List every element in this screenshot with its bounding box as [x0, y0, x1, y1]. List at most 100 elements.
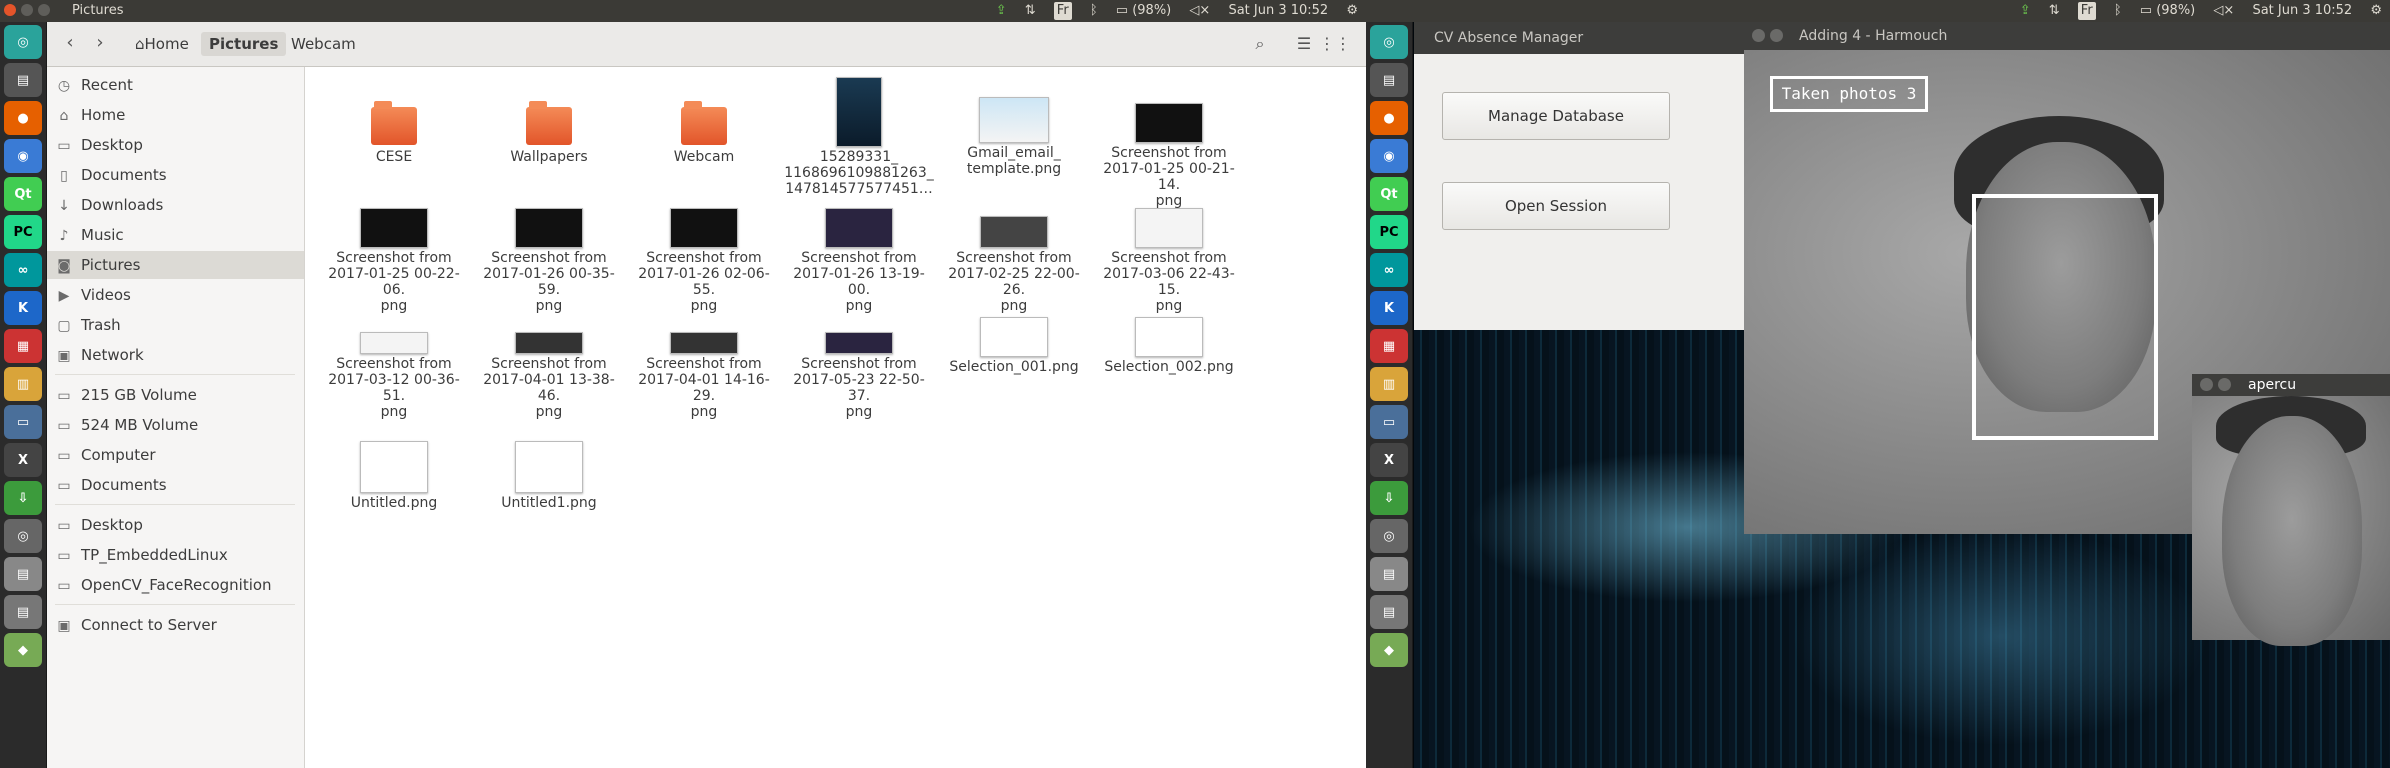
arduino-icon[interactable]: ∞: [4, 253, 42, 287]
file-item[interactable]: Gmail_email_ template.png: [939, 97, 1089, 177]
chromium-icon[interactable]: ◉: [4, 139, 42, 173]
sidebar-item-music[interactable]: ♪ Music: [47, 221, 304, 249]
kdevelop-icon[interactable]: K: [1370, 291, 1408, 325]
manage-database-button[interactable]: Manage Database: [1442, 92, 1670, 140]
sidebar-item-bookmark-opencv[interactable]: ▭ OpenCV_FaceRecognition: [47, 571, 304, 599]
python-icon[interactable]: ◆: [4, 633, 42, 667]
file-item[interactable]: Screenshot from 2017-05-23 22-50-37. png: [784, 332, 934, 420]
file-item[interactable]: Untitled.png: [319, 441, 469, 511]
dash-icon[interactable]: ◎: [1370, 25, 1408, 59]
clock[interactable]: Sat Jun 3 10:52: [1228, 2, 1328, 20]
workspace-icon[interactable]: ▤: [1370, 63, 1408, 97]
file-item[interactable]: Screenshot from 2017-01-26 00-35-59. png: [474, 208, 624, 314]
firefox-icon[interactable]: ●: [4, 101, 42, 135]
battery-status[interactable]: ▭ (98%): [1116, 2, 1171, 20]
minimize-icon[interactable]: [1770, 29, 1783, 42]
sidebar-item-recent[interactable]: ◷ Recent: [47, 71, 304, 99]
list-view-icon[interactable]: ☰: [1291, 32, 1317, 56]
open-session-button[interactable]: Open Session: [1442, 182, 1670, 230]
firefox-icon[interactable]: ●: [1370, 101, 1408, 135]
network-icon[interactable]: ⇅: [1025, 2, 1036, 20]
minimize-icon[interactable]: [2218, 378, 2231, 391]
file-item[interactable]: Screenshot from 2017-03-06 22-43-15. png: [1094, 208, 1244, 314]
python-icon[interactable]: ◆: [1370, 633, 1408, 667]
breadcrumb-home[interactable]: ⌂Home: [127, 32, 197, 56]
terminal-icon[interactable]: X: [4, 443, 42, 477]
file-item[interactable]: Screenshot from 2017-02-25 22-00-26. png: [939, 216, 1089, 314]
updates-icon[interactable]: ⇪: [2020, 2, 2031, 20]
file-item[interactable]: Screenshot from 2017-03-12 00-36-51. png: [319, 332, 469, 420]
gear-icon[interactable]: ⚙: [2370, 2, 2382, 20]
stack2-icon[interactable]: ▤: [4, 595, 42, 629]
breadcrumb-webcam[interactable]: Webcam: [283, 32, 364, 56]
software-center-icon[interactable]: ▦: [4, 329, 42, 363]
remote-desktop-icon[interactable]: ▭: [4, 405, 42, 439]
grid-view-icon[interactable]: ⋮⋮: [1319, 32, 1351, 56]
file-item[interactable]: Screenshot from 2017-01-26 02-06-55. png: [629, 208, 779, 314]
volume-icon[interactable]: ◁×: [1189, 2, 1210, 20]
stack2-icon[interactable]: ▤: [1370, 595, 1408, 629]
disc-icon[interactable]: ◎: [1370, 519, 1408, 553]
kdevelop-icon[interactable]: K: [4, 291, 42, 325]
file-item[interactable]: CESE: [319, 101, 469, 165]
download-icon[interactable]: ⇩: [4, 481, 42, 515]
bluetooth-icon[interactable]: ᛒ: [1090, 2, 1098, 20]
maximize-icon[interactable]: [38, 4, 50, 16]
sidebar-item-connect[interactable]: ▣ Connect to Server: [47, 611, 304, 639]
gear-icon[interactable]: ⚙: [1346, 2, 1358, 20]
keyboard-layout[interactable]: Fr: [2077, 2, 2096, 20]
back-icon[interactable]: ‹: [57, 32, 83, 56]
pycharm-icon[interactable]: PC: [4, 215, 42, 249]
archive-icon[interactable]: ▥: [1370, 367, 1408, 401]
chromium-icon[interactable]: ◉: [1370, 139, 1408, 173]
network-icon[interactable]: ⇅: [2049, 2, 2060, 20]
bluetooth-icon[interactable]: ᛒ: [2114, 2, 2122, 20]
stack-icon[interactable]: ▤: [1370, 557, 1408, 591]
software-center-icon[interactable]: ▦: [1370, 329, 1408, 363]
archive-icon[interactable]: ▥: [4, 367, 42, 401]
dash-icon[interactable]: ◎: [4, 25, 42, 59]
sidebar-item-home[interactable]: ⌂ Home: [47, 101, 304, 129]
sidebar-item-pictures[interactable]: ◙ Pictures: [47, 251, 304, 279]
minimize-icon[interactable]: [21, 4, 33, 16]
close-icon[interactable]: [4, 4, 16, 16]
file-item[interactable]: Selection_001.png: [939, 317, 1089, 375]
sidebar-item-volume-215[interactable]: ▭ 215 GB Volume: [47, 381, 304, 409]
file-item[interactable]: Screenshot from 2017-01-26 13-19-00. png: [784, 208, 934, 314]
close-icon[interactable]: [1752, 29, 1765, 42]
forward-icon[interactable]: ›: [87, 32, 113, 56]
file-item[interactable]: Webcam: [629, 101, 779, 165]
pycharm-icon[interactable]: PC: [1370, 215, 1408, 249]
sidebar-item-bookmark-desktop[interactable]: ▭ Desktop: [47, 511, 304, 539]
file-item[interactable]: Screenshot from 2017-01-25 00-21-14. png: [1094, 103, 1244, 209]
qt-creator-icon[interactable]: Qt: [4, 177, 42, 211]
sidebar-item-bookmark-tp[interactable]: ▭ TP_EmbeddedLinux: [47, 541, 304, 569]
sidebar-item-computer[interactable]: ▭ Computer: [47, 441, 304, 469]
file-item[interactable]: Screenshot from 2017-04-01 13-38-46. png: [474, 332, 624, 420]
sidebar-item-documents-drive[interactable]: ▭ Documents: [47, 471, 304, 499]
search-icon[interactable]: ⌕: [1247, 32, 1273, 56]
file-item[interactable]: Untitled1.png: [474, 441, 624, 511]
file-item[interactable]: 15289331_ 1168696109881263_ 147814577577…: [784, 77, 934, 197]
battery-status[interactable]: ▭ (98%): [2140, 2, 2195, 20]
file-item[interactable]: Wallpapers: [474, 101, 624, 165]
qt-creator-icon[interactable]: Qt: [1370, 177, 1408, 211]
arduino-icon[interactable]: ∞: [1370, 253, 1408, 287]
clock[interactable]: Sat Jun 3 10:52: [2252, 2, 2352, 20]
sidebar-item-documents[interactable]: ▯ Documents: [47, 161, 304, 189]
sidebar-item-trash[interactable]: ▢ Trash: [47, 311, 304, 339]
workspace-icon[interactable]: ▤: [4, 63, 42, 97]
volume-icon[interactable]: ◁×: [2213, 2, 2234, 20]
breadcrumb-pictures[interactable]: Pictures: [201, 32, 287, 56]
sidebar-item-downloads[interactable]: ↓ Downloads: [47, 191, 304, 219]
file-item[interactable]: Screenshot from 2017-01-25 00-22-06. png: [319, 208, 469, 314]
sidebar-item-network[interactable]: ▣ Network: [47, 341, 304, 369]
close-icon[interactable]: [2200, 378, 2213, 391]
terminal-icon[interactable]: X: [1370, 443, 1408, 477]
sidebar-item-volume-524[interactable]: ▭ 524 MB Volume: [47, 411, 304, 439]
stack-icon[interactable]: ▤: [4, 557, 42, 591]
updates-icon[interactable]: ⇪: [996, 2, 1007, 20]
remote-desktop-icon[interactable]: ▭: [1370, 405, 1408, 439]
file-item[interactable]: Screenshot from 2017-04-01 14-16-29. png: [629, 332, 779, 420]
download-icon[interactable]: ⇩: [1370, 481, 1408, 515]
